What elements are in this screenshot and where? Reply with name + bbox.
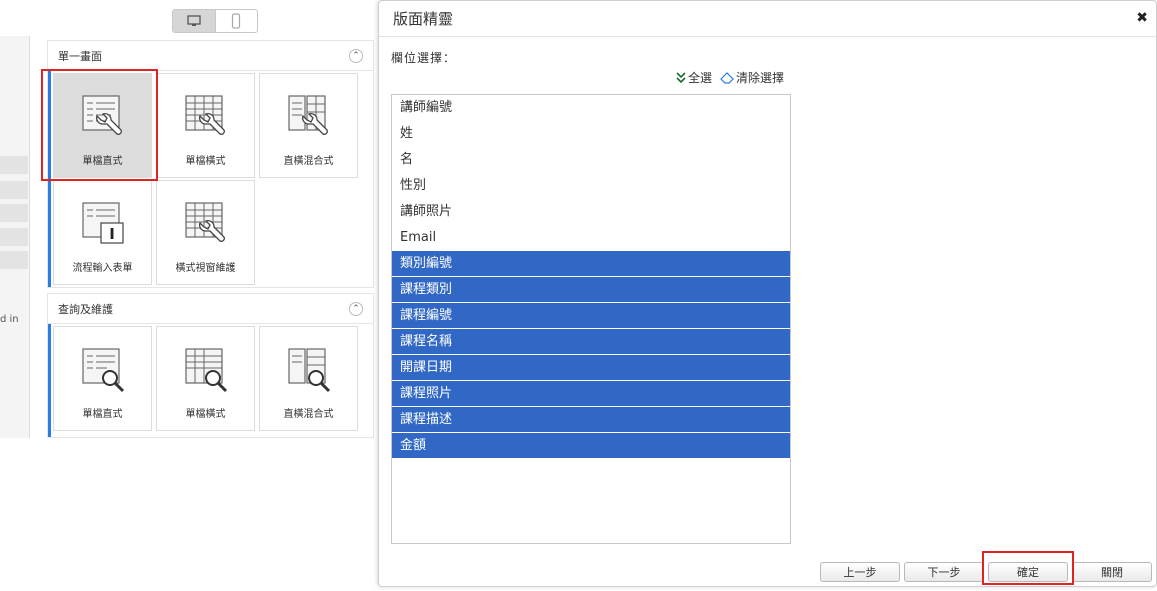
dialog-title: 版面精靈 bbox=[379, 1, 1156, 37]
field-option[interactable]: Email bbox=[392, 225, 790, 251]
tile-label: 直橫混合式 bbox=[283, 409, 334, 420]
select-all-label: 全選 bbox=[687, 71, 712, 85]
field-option[interactable]: 講師照片 bbox=[392, 199, 790, 225]
field-option[interactable]: 課程名稱 bbox=[392, 329, 790, 355]
field-option[interactable]: 講師編號 bbox=[392, 95, 790, 121]
background-app: d in 單一畫面 ⌃ 單檔直式 單檔橫式 直橫混合式 I 流程輸入表單 橫式視… bbox=[0, 0, 378, 591]
next-button[interactable]: 下一步 bbox=[904, 562, 984, 582]
field-selection-label: 欄位選擇： bbox=[391, 51, 457, 65]
selection-actions: 全選 清除選擇 bbox=[676, 69, 784, 86]
tile-label: 單檔橫式 bbox=[185, 409, 226, 420]
sidebar-item[interactable] bbox=[0, 228, 28, 246]
field-option[interactable]: 課程照片 bbox=[392, 381, 790, 407]
form-search-icon bbox=[81, 348, 124, 393]
field-option[interactable]: 類別編號 bbox=[392, 251, 790, 277]
layout-tile[interactable]: 直橫混合式 bbox=[259, 326, 358, 431]
tile-label: 流程輸入表單 bbox=[72, 263, 133, 274]
clear-selection-label: 清除選擇 bbox=[735, 71, 784, 85]
field-option[interactable]: 開課日期 bbox=[392, 355, 790, 381]
tile-label: 橫式視窗維護 bbox=[175, 263, 236, 274]
field-option[interactable]: 性別 bbox=[392, 173, 790, 199]
layout-tile[interactable]: 單檔橫式 bbox=[156, 73, 255, 178]
sidebar-item[interactable] bbox=[0, 251, 28, 269]
close-icon[interactable]: ✖ bbox=[1136, 10, 1148, 26]
sidebar-item[interactable] bbox=[0, 156, 28, 174]
svg-text:I: I bbox=[109, 225, 115, 243]
tile-label: 直橫混合式 bbox=[283, 156, 334, 167]
collapse-button[interactable]: ⌃ bbox=[349, 48, 363, 63]
clear-selection-button[interactable]: 清除選擇 bbox=[720, 69, 784, 86]
monitor-icon bbox=[187, 15, 201, 26]
highlight-outline bbox=[41, 69, 158, 181]
field-option[interactable]: 課程編號 bbox=[392, 303, 790, 329]
device-toggle bbox=[172, 9, 258, 33]
layout-tile[interactable]: 單檔橫式 bbox=[156, 326, 255, 431]
layout-tile[interactable]: 單檔直式 bbox=[53, 326, 152, 431]
highlight-outline bbox=[982, 551, 1074, 585]
panel-body: 單檔直式 單檔橫式 bbox=[48, 324, 373, 437]
field-option[interactable]: 課程類別 bbox=[392, 277, 790, 303]
panel-header: 單一畫面 ⌃ bbox=[48, 41, 373, 71]
double-check-icon bbox=[676, 71, 686, 83]
close-button[interactable]: 關閉 bbox=[1072, 562, 1152, 582]
mixed-wrench-icon bbox=[287, 95, 328, 135]
collapse-button[interactable]: ⌃ bbox=[349, 301, 363, 316]
layout-tile[interactable]: 直橫混合式 bbox=[259, 73, 358, 178]
panel-title: 單一畫面 bbox=[58, 49, 102, 63]
tile-label: 單檔直式 bbox=[82, 409, 123, 420]
prev-button[interactable]: 上一步 bbox=[820, 562, 900, 582]
form-input-icon: I bbox=[81, 202, 124, 244]
panel-title: 查詢及維護 bbox=[58, 302, 113, 316]
eraser-icon bbox=[720, 71, 734, 84]
sidebar-item[interactable] bbox=[0, 181, 28, 199]
sidebar-text: d in bbox=[0, 314, 19, 325]
layout-panel-query: 查詢及維護 ⌃ 單檔直式 單檔橫式 直橫混合式 bbox=[47, 293, 374, 438]
tile-label: 單檔橫式 bbox=[185, 156, 226, 167]
field-listbox[interactable]: 講師編號姓名性別 講師照片 Email 類別編號 課程類別 課程編號 課程名稱 開課日期 課程照… bbox=[391, 94, 791, 544]
phone-icon bbox=[232, 13, 241, 29]
mixed-search-icon bbox=[287, 348, 330, 393]
field-option[interactable]: 名 bbox=[392, 147, 790, 173]
layout-wizard-dialog: 版面精靈 ✖ 欄位選擇： 全選 清除選擇 講師編號姓名性別 講師照片 Email 類別… bbox=[378, 0, 1157, 587]
mobile-view-button[interactable] bbox=[214, 10, 257, 32]
field-option[interactable]: 姓 bbox=[392, 121, 790, 147]
left-sidebar-edge: d in bbox=[0, 36, 30, 438]
field-option[interactable]: 金額 bbox=[392, 433, 790, 459]
layout-tile[interactable]: I 流程輸入表單 bbox=[53, 180, 152, 285]
select-all-button[interactable]: 全選 bbox=[676, 69, 712, 86]
grid-wrench-icon bbox=[184, 95, 225, 135]
panel-header: 查詢及維護 ⌃ bbox=[48, 294, 373, 324]
grid-search-icon bbox=[184, 348, 227, 393]
desktop-view-button[interactable] bbox=[173, 10, 215, 32]
grid-wrench-icon bbox=[184, 202, 225, 242]
layout-tile[interactable]: 橫式視窗維護 bbox=[156, 180, 255, 285]
sidebar-item[interactable] bbox=[0, 204, 28, 222]
field-option[interactable]: 課程描述 bbox=[392, 407, 790, 433]
